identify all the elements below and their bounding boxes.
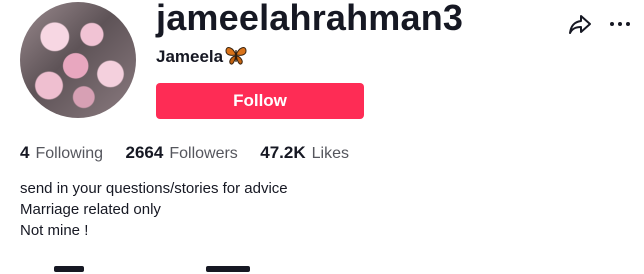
likes-count: 47.2K: [260, 143, 306, 162]
followers-count: 2664: [125, 143, 164, 162]
bio: send in your questions/stories for advic…: [20, 178, 288, 241]
stat-followers[interactable]: 2664 Followers: [126, 143, 238, 164]
followers-label: Followers: [169, 145, 238, 162]
tab-fragment: [54, 266, 84, 272]
more-icon[interactable]: [608, 12, 632, 36]
bio-line: Marriage related only: [20, 201, 161, 218]
bio-line: Not mine !: [20, 222, 89, 239]
following-label: Following: [35, 145, 104, 162]
avatar[interactable]: [20, 2, 136, 118]
likes-label: Likes: [311, 145, 349, 162]
following-count: 4: [20, 143, 30, 162]
username: jameelahrahman3: [156, 0, 464, 38]
share-icon[interactable]: [568, 12, 592, 36]
stat-likes: 47.2K Likes: [260, 143, 349, 164]
display-name-text: Jameela: [156, 47, 224, 66]
profile-stats: 4 Following 2664 Followers 47.2K Likes: [20, 143, 367, 164]
bio-line: send in your questions/stories for advic…: [20, 180, 288, 197]
stat-following[interactable]: 4 Following: [20, 143, 103, 164]
follow-button[interactable]: Follow: [156, 83, 364, 119]
tabs-strip-cropped: [0, 264, 644, 274]
tab-fragment: [206, 266, 250, 272]
display-name: Jameela: [156, 45, 247, 68]
butterfly-icon: [225, 47, 247, 65]
